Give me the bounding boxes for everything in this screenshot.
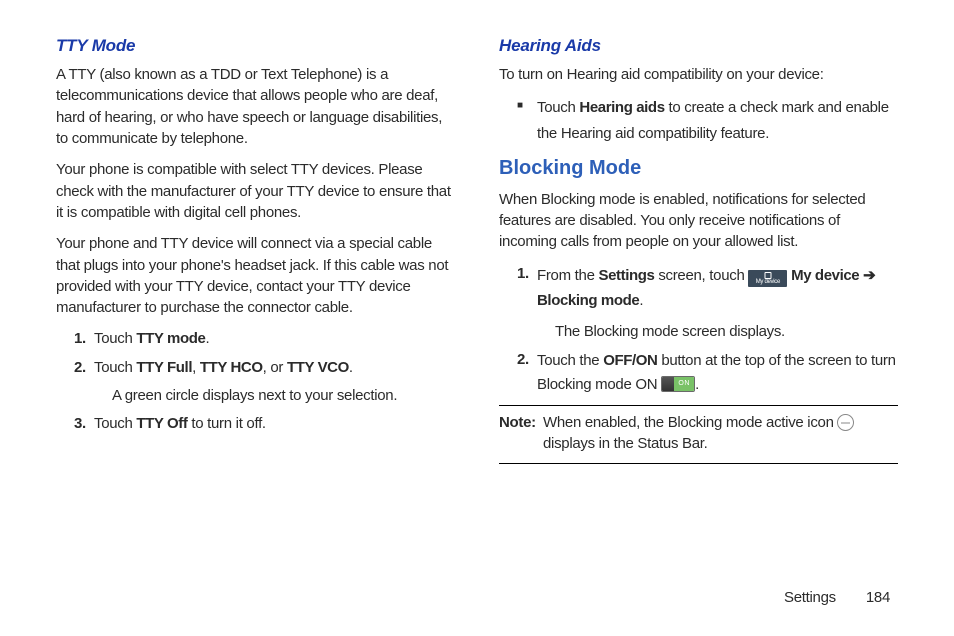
step-body: Touch TTY Off to turn it off. [86, 413, 455, 434]
arrow-right-icon: ➔ [859, 267, 875, 284]
left-column: TTY Mode A TTY (also known as a TDD or T… [56, 34, 455, 464]
step-number: 3. [56, 413, 86, 434]
step-body: Touch the OFF/ON button at the top of th… [529, 349, 898, 397]
step-body: Touch TTY mode. [86, 328, 455, 349]
para-tty-1: A TTY (also known as a TDD or Text Telep… [56, 64, 455, 149]
tty-step-2: 2. Touch TTY Full, TTY HCO, or TTY VCO. [56, 357, 455, 378]
bold-text: TTY Off [136, 415, 187, 432]
heading-blocking-mode: Blocking Mode [499, 154, 898, 182]
step-number: 1. [499, 263, 529, 314]
bold-text: My device [787, 267, 859, 284]
bold-text: Settings [598, 267, 654, 284]
text: to turn it off. [188, 415, 266, 432]
footer-page-number: 184 [866, 589, 890, 606]
tty-step-1: 1. Touch TTY mode. [56, 328, 455, 349]
step-number: 2. [499, 349, 529, 397]
text: displays in the Status Bar. [543, 435, 708, 452]
para-blocking-1: When Blocking mode is enabled, notificat… [499, 189, 898, 253]
text: Touch [94, 415, 136, 432]
bold-text: TTY HCO [200, 359, 263, 376]
tty-step-3: 3. Touch TTY Off to turn it off. [56, 413, 455, 434]
bullet-body: Touch Hearing aids to create a check mar… [529, 95, 898, 146]
bold-text: TTY mode [136, 330, 205, 347]
divider [499, 463, 898, 464]
text: Touch [537, 99, 579, 116]
para-tty-3: Your phone and TTY device will connect v… [56, 233, 455, 318]
text: Touch [94, 330, 136, 347]
bold-text: Blocking mode [537, 292, 639, 309]
text: . [205, 330, 209, 347]
blocking-step-1: 1. From the Settings screen, touch My de… [499, 263, 898, 314]
my-device-icon: My device [748, 270, 787, 287]
bold-text: TTY VCO [287, 359, 349, 376]
hearing-bullet-1: ■ Touch Hearing aids to create a check m… [499, 95, 898, 146]
note-label: Note: [499, 412, 543, 455]
blocking-step-1-sub: The Blocking mode screen displays. [499, 321, 898, 342]
switch-label: ON [674, 377, 694, 391]
para-tty-2: Your phone is compatible with select TTY… [56, 159, 455, 223]
note-body: When enabled, the Blocking mode active i… [543, 412, 898, 455]
right-column: Hearing Aids To turn on Hearing aid comp… [499, 34, 898, 464]
tty-step-2-sub: A green circle displays next to your sel… [56, 385, 455, 406]
heading-hearing-aids: Hearing Aids [499, 34, 898, 58]
text: From the [537, 267, 598, 284]
step-body: Touch TTY Full, TTY HCO, or TTY VCO. [86, 357, 455, 378]
bold-text: OFF/ON [603, 352, 657, 369]
step-number: 2. [56, 357, 86, 378]
heading-tty-mode: TTY Mode [56, 34, 455, 58]
blocking-step-2: 2. Touch the OFF/ON button at the top of… [499, 349, 898, 397]
text: When enabled, the Blocking mode active i… [543, 414, 837, 431]
on-off-switch-icon: ON [661, 376, 695, 392]
bold-text: TTY Full [136, 359, 192, 376]
footer-section: Settings [784, 589, 836, 606]
text: , [192, 359, 200, 376]
step-number: 1. [56, 328, 86, 349]
text: . [349, 359, 353, 376]
note-row: Note: When enabled, the Blocking mode ac… [499, 406, 898, 455]
text: Touch [94, 359, 136, 376]
text: screen, touch [654, 267, 748, 284]
page-footer: Settings 184 [784, 587, 890, 608]
text: Touch the [537, 352, 603, 369]
blocking-mode-status-icon [837, 414, 854, 431]
bold-text: Hearing aids [579, 99, 664, 116]
text: . [695, 376, 699, 393]
square-bullet-icon: ■ [499, 95, 529, 146]
text: . [639, 292, 643, 309]
text: , or [263, 359, 287, 376]
para-hearing-1: To turn on Hearing aid compatibility on … [499, 64, 898, 85]
step-body: From the Settings screen, touch My devic… [529, 263, 898, 314]
